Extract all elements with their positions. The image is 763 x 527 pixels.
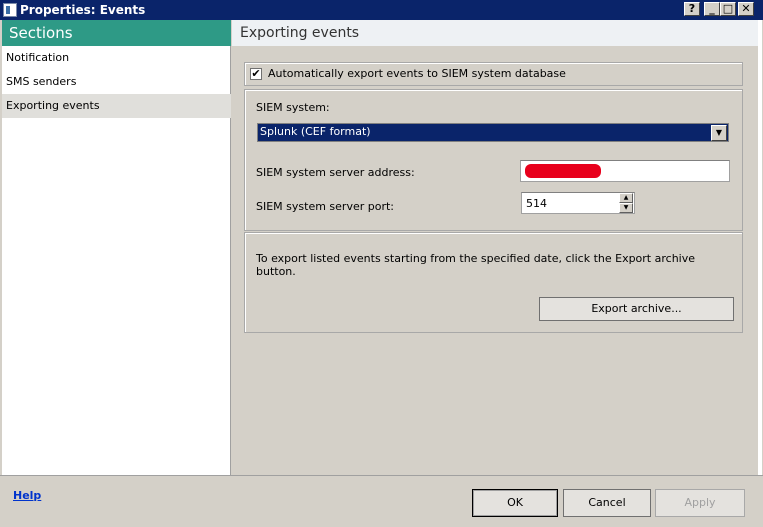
window-icon: [3, 3, 17, 17]
server-port-value: 514: [526, 197, 547, 210]
section-item-sms-senders[interactable]: SMS senders: [2, 70, 231, 94]
section-item-exporting-events[interactable]: Exporting events: [2, 94, 231, 118]
server-port-stepper[interactable]: 514 ▲ ▼: [521, 192, 635, 214]
export-archive-button[interactable]: Export archive...: [539, 297, 734, 321]
sections-header: Sections: [2, 20, 231, 46]
siem-settings-group: SIEM system: Splunk (CEF format) ▼ SIEM …: [244, 89, 743, 231]
siem-system-label: SIEM system:: [256, 101, 330, 114]
cancel-button[interactable]: Cancel: [563, 489, 651, 517]
help-title-button[interactable]: ?: [684, 2, 700, 16]
server-address-label: SIEM system server address:: [256, 166, 415, 179]
export-archive-group: To export listed events starting from th…: [244, 232, 743, 333]
content-header: Exporting events: [232, 20, 758, 46]
spin-down-icon[interactable]: ▼: [619, 203, 633, 213]
server-port-label: SIEM system server port:: [256, 200, 394, 213]
sections-panel: Sections Notification SMS senders Export…: [2, 20, 231, 475]
spin-up-icon[interactable]: ▲: [619, 193, 633, 203]
close-button[interactable]: ✕: [738, 2, 754, 16]
minimize-button[interactable]: _: [704, 2, 720, 16]
content-panel: Exporting events ✔ Automatically export …: [232, 20, 762, 475]
chevron-down-icon[interactable]: ▼: [711, 125, 727, 141]
auto-export-group: ✔ Automatically export events to SIEM sy…: [244, 62, 743, 86]
auto-export-checkbox[interactable]: ✔: [250, 68, 262, 80]
ok-button[interactable]: OK: [472, 489, 558, 517]
section-item-notification[interactable]: Notification: [2, 46, 231, 70]
siem-system-select[interactable]: Splunk (CEF format) ▼: [257, 123, 729, 142]
window-title: Properties: Events: [20, 3, 146, 17]
footer-divider: [0, 475, 763, 476]
maximize-button[interactable]: □: [720, 2, 736, 16]
siem-system-value: Splunk (CEF format): [260, 125, 371, 138]
auto-export-label: Automatically export events to SIEM syst…: [268, 67, 566, 80]
apply-button[interactable]: Apply: [655, 489, 745, 517]
server-address-input[interactable]: [520, 160, 730, 182]
help-link[interactable]: Help: [13, 489, 41, 502]
redaction-mark: [525, 164, 601, 178]
export-archive-description: To export listed events starting from th…: [256, 252, 695, 278]
scroll-strip: [758, 20, 762, 475]
title-bar[interactable]: Properties: Events ? _ □ ✕: [0, 0, 763, 20]
